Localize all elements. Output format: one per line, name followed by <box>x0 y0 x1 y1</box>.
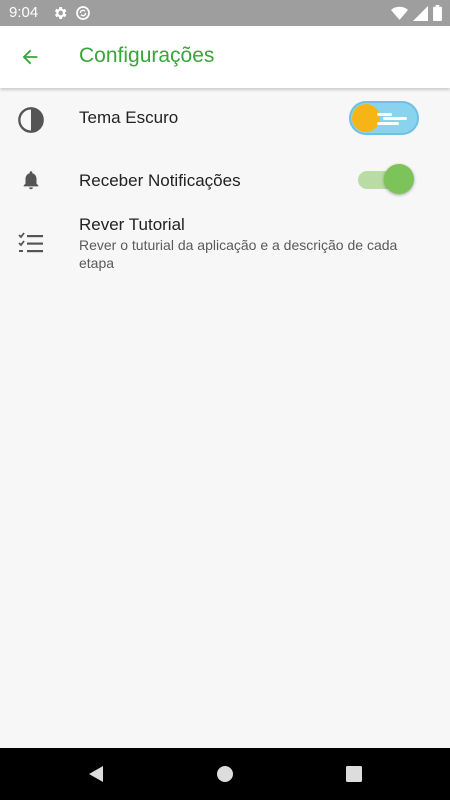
setting-tutorial[interactable]: Rever Tutorial Rever o tuturial da aplic… <box>0 212 450 274</box>
status-time: 9:04 <box>9 4 39 21</box>
back-triangle-icon <box>89 766 103 782</box>
home-circle-icon <box>217 766 233 782</box>
tutorial-description: Rever o tuturial da aplicação e a descri… <box>79 237 398 271</box>
battery-icon <box>433 5 442 21</box>
dark-theme-label: Tema Escuro <box>79 108 179 127</box>
recents-square-icon <box>346 766 362 782</box>
status-bar: 9:04 <box>0 0 450 26</box>
tutorial-label: Rever Tutorial <box>79 215 185 234</box>
bell-icon <box>23 171 39 190</box>
sun-icon <box>352 104 380 132</box>
wifi-icon <box>391 6 408 20</box>
gear-icon <box>54 7 67 19</box>
switch-thumb <box>384 164 414 194</box>
arrow-back-icon <box>22 49 38 65</box>
contrast-icon <box>18 107 44 133</box>
nav-back-button[interactable] <box>84 762 108 786</box>
notifications-switch[interactable] <box>358 164 414 196</box>
nav-recents-button[interactable] <box>342 762 366 786</box>
checklist-icon <box>18 232 43 253</box>
signal-icon <box>413 5 428 21</box>
dark-theme-toggle[interactable] <box>349 101 419 135</box>
back-button[interactable] <box>14 41 46 73</box>
notifications-label: Receber Notificações <box>79 171 241 190</box>
page-title: Configurações <box>79 44 215 67</box>
nav-home-button[interactable] <box>213 762 237 786</box>
navigation-bar <box>0 748 450 800</box>
sync-icon <box>76 6 90 20</box>
app-bar: Configurações <box>0 26 450 88</box>
